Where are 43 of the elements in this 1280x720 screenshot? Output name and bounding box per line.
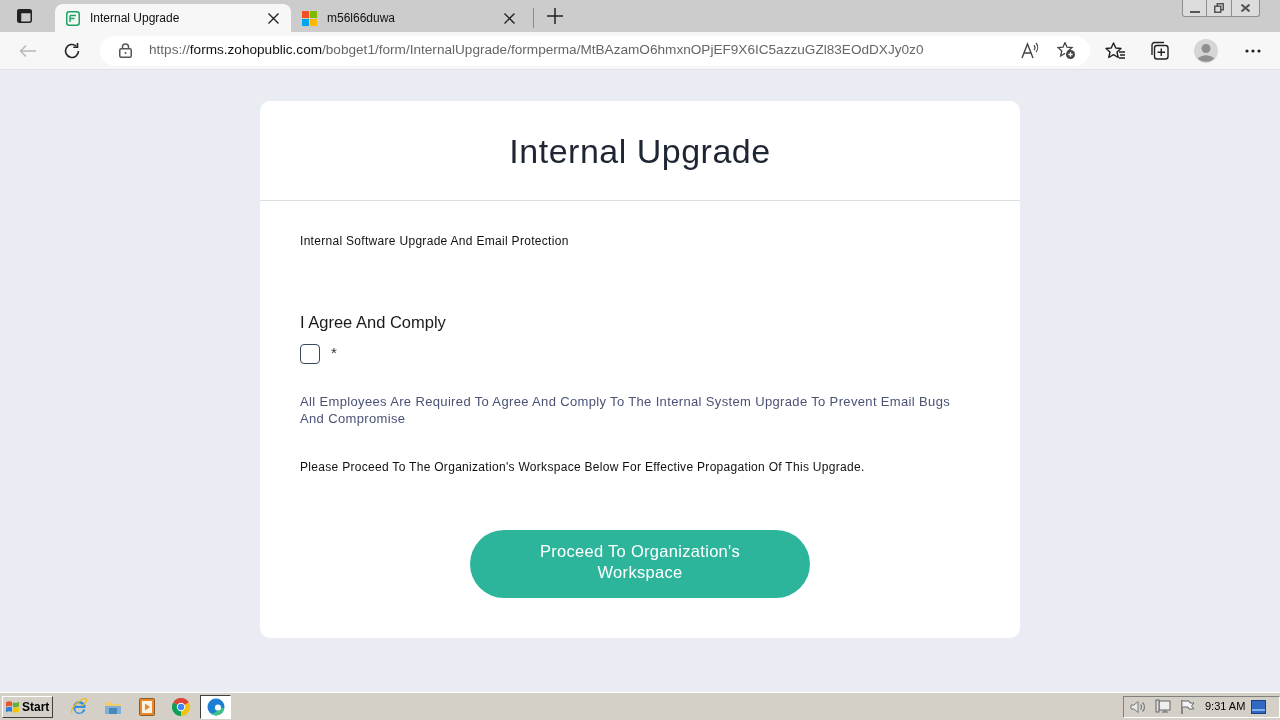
tab-title: Internal Upgrade — [90, 10, 181, 27]
add-favorite-icon[interactable] — [1057, 41, 1076, 60]
windows-flag-icon — [5, 699, 20, 714]
start-button[interactable]: Start — [2, 695, 53, 718]
play-icon — [139, 697, 155, 716]
window-icon — [16, 9, 32, 23]
taskbar-app-button[interactable] — [200, 694, 231, 719]
required-asterisk: * — [331, 345, 337, 360]
close-icon[interactable] — [504, 12, 515, 24]
four-squares-icon — [302, 10, 317, 26]
form-icon — [66, 10, 80, 26]
form-description: Internal Software Upgrade And Email Protection — [300, 233, 569, 249]
browser-tab[interactable]: Internal Upgrade — [55, 4, 291, 32]
e-logo-icon — [70, 697, 88, 716]
network-icon[interactable] — [1155, 698, 1171, 715]
read-aloud-icon[interactable] — [1021, 42, 1040, 59]
tab-title: m56l66duwa — [327, 10, 397, 27]
note-text: Please Proceed To The Organization's Workspace Below For Effective Propagation Of This Upgrade. — [300, 459, 865, 475]
agree-checkbox[interactable] — [300, 344, 320, 364]
swirl-logo-icon — [206, 697, 225, 716]
restore-icon — [1214, 3, 1224, 13]
ring-logo-icon — [172, 697, 190, 716]
taskbar-clock: 9:31 AM — [1205, 699, 1246, 715]
url-text: https://forms.zohopublic.com/bobget1/form/InternalUpgrade/formperma/MtBAzamO6hmxnOPjEF9X6IC5azzuGZl83EOdDXJy0z0 — [149, 41, 924, 60]
favorites-icon[interactable] — [1105, 41, 1126, 60]
collections-icon[interactable] — [1150, 41, 1169, 60]
field-label: I Agree And Comply — [300, 312, 446, 332]
flag-icon[interactable] — [1180, 698, 1195, 715]
lock-icon — [119, 43, 132, 58]
form-title: Internal Upgrade — [509, 130, 771, 172]
speaker-icon[interactable] — [1130, 699, 1146, 714]
refresh-icon — [63, 41, 81, 60]
address-field[interactable]: https://forms.zohopublic.com/bobget1/form/InternalUpgrade/formperma/MtBAzamO6hmxnOPjEF9X6IC5azzuGZl83EOdDXJy0z0 — [100, 35, 1090, 66]
screen-icon[interactable] — [1251, 699, 1267, 714]
help-text: All Employees Are Required To Agree And Comply To The Internal System Upgrade To Prevent Email Bugs And Compromise — [300, 393, 952, 427]
back-arrow-icon — [19, 43, 37, 58]
profile-avatar-icon[interactable] — [1194, 38, 1218, 63]
browser-tab[interactable]: m56l66duwa — [291, 4, 527, 32]
minimize-icon — [1189, 11, 1200, 13]
close-icon — [1241, 4, 1250, 12]
close-icon[interactable] — [268, 12, 279, 24]
more-icon[interactable] — [1245, 48, 1261, 53]
new-tab-icon[interactable] — [547, 8, 563, 24]
